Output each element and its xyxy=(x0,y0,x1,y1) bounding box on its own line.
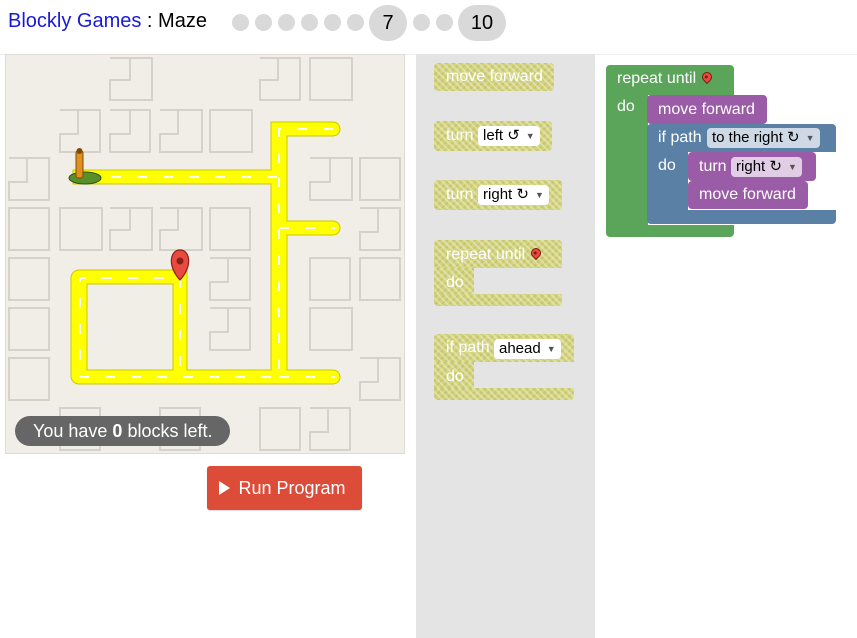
blocks-left-suffix: blocks left. xyxy=(122,421,213,441)
repeat-until-label: repeat until xyxy=(617,69,715,88)
move-forward-label: move forward xyxy=(446,68,543,85)
blocks-left-count: 0 xyxy=(112,421,123,441)
turn-label: turn xyxy=(446,127,474,144)
run-program-label: Run Program xyxy=(238,477,346,498)
toolbox-if-path-block[interactable]: if path ahead ▼ do xyxy=(434,334,574,400)
last-level-badge[interactable]: 10 xyxy=(458,5,506,41)
do-label: do xyxy=(446,368,464,385)
turn-label: turn xyxy=(699,158,727,175)
title-separator: : xyxy=(141,10,159,32)
move-forward-label: move forward xyxy=(658,101,755,118)
turn-label: turn xyxy=(446,186,474,203)
repeat-until-label: repeat until xyxy=(446,245,544,264)
goal-pin-icon xyxy=(700,69,715,84)
turn-direction-dropdown[interactable]: right ↻ ▼ xyxy=(731,157,802,178)
if-path-label: if path xyxy=(446,339,490,356)
blockly-games-link[interactable]: Blockly Games xyxy=(8,10,141,32)
game-name: Maze xyxy=(158,10,207,32)
toolbox-repeat-until-block[interactable]: repeat until do xyxy=(434,240,562,306)
if-path-option: ahead xyxy=(499,340,541,357)
turn-right-dropdown[interactable]: right ↻ ▼ xyxy=(478,185,549,206)
maze-board xyxy=(5,54,405,454)
dropdown-arrow-icon: ▼ xyxy=(546,344,556,355)
goal-pin-icon xyxy=(529,245,544,260)
do-label: do xyxy=(658,157,676,174)
level-4-dot[interactable] xyxy=(301,14,318,31)
dropdown-arrow-icon: ▼ xyxy=(534,190,544,201)
blocks-left-prefix: You have xyxy=(33,421,113,441)
turn-right-option: right ↻ xyxy=(483,186,529,203)
toolbox-turn-right-block[interactable]: turn right ↻ ▼ xyxy=(434,180,562,210)
blocks-left-status: You have 0 blocks left. xyxy=(15,416,231,446)
toolbox-move-forward-block[interactable]: move forward xyxy=(434,63,554,91)
level-9-dot[interactable] xyxy=(436,14,453,31)
run-program-button[interactable]: Run Program xyxy=(207,466,362,510)
current-level-badge[interactable]: 7 xyxy=(369,5,407,41)
level-2-dot[interactable] xyxy=(255,14,272,31)
turn-left-dropdown[interactable]: left ↺ ▼ xyxy=(478,126,540,147)
page-title: Blockly Games : Maze xyxy=(8,10,207,33)
dropdown-arrow-icon: ▼ xyxy=(805,133,815,144)
workspace-move-forward-block-2[interactable]: move forward xyxy=(688,181,808,209)
do-label: do xyxy=(617,98,635,115)
level-1-dot[interactable] xyxy=(232,14,249,31)
if-path-label: if path xyxy=(658,129,702,146)
dropdown-arrow-icon: ▼ xyxy=(525,131,535,142)
workspace-turn-block[interactable]: turn right ↻ ▼ xyxy=(688,152,816,181)
move-forward-label: move forward xyxy=(699,186,796,203)
level-5-dot[interactable] xyxy=(324,14,341,31)
turn-option: right ↻ xyxy=(736,158,782,175)
toolbox-turn-left-block[interactable]: turn left ↺ ▼ xyxy=(434,121,552,151)
level-6-dot[interactable] xyxy=(347,14,364,31)
if-path-direction-dropdown[interactable]: to the right ↻ ▼ xyxy=(707,128,820,149)
level-3-dot[interactable] xyxy=(278,14,295,31)
play-icon xyxy=(219,481,231,495)
dropdown-arrow-icon: ▼ xyxy=(787,162,797,173)
do-label: do xyxy=(446,274,464,291)
workspace-move-forward-block[interactable]: move forward xyxy=(647,95,767,124)
if-path-option: to the right ↻ xyxy=(712,129,800,146)
turn-left-option: left ↺ xyxy=(483,127,520,144)
level-8-dot[interactable] xyxy=(413,14,430,31)
if-path-direction-dropdown[interactable]: ahead ▼ xyxy=(494,339,561,360)
